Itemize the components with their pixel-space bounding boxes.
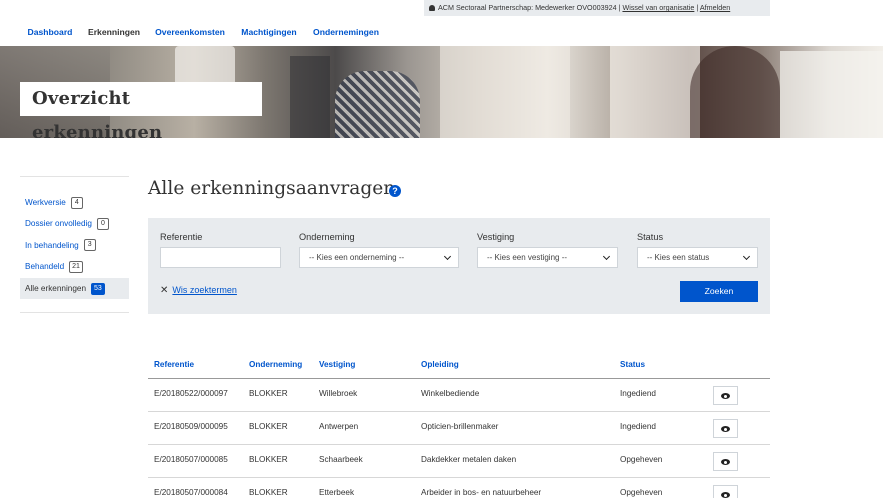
sidebar-item-label: Alle erkenningen bbox=[25, 284, 86, 294]
eye-icon bbox=[721, 393, 730, 399]
switch-organisation-link[interactable]: Wissel van organisatie bbox=[622, 3, 694, 12]
hero-banner: Overzicht erkenningen bbox=[0, 46, 883, 138]
cell-status: Opgeheven bbox=[620, 455, 663, 464]
cell-opleiding: Dakdekker metalen daken bbox=[421, 455, 517, 464]
hero-photo-region bbox=[690, 46, 780, 138]
column-header-onderneming[interactable]: Onderneming bbox=[249, 360, 302, 369]
cell-vestiging: Willebroek bbox=[319, 389, 358, 398]
eye-icon bbox=[721, 459, 730, 465]
cell-status: Ingediend bbox=[620, 389, 656, 398]
filter-panel: Referentie Onderneming -- Kies een onder… bbox=[148, 218, 770, 314]
cell-referentie: E/20180509/000095 bbox=[154, 422, 228, 431]
help-icon[interactable]: ? bbox=[389, 185, 401, 197]
cell-status: Opgeheven bbox=[620, 488, 663, 497]
cell-onderneming: BLOKKER bbox=[249, 389, 288, 398]
chevron-down-icon bbox=[443, 252, 452, 261]
separator: | bbox=[696, 3, 699, 12]
chevron-down-icon bbox=[742, 252, 751, 261]
vestiging-label: Vestiging bbox=[477, 232, 515, 242]
column-header-status[interactable]: Status bbox=[620, 360, 645, 369]
tab-overeenkomsten[interactable]: Overeenkomsten bbox=[150, 18, 230, 46]
hero-photo-region bbox=[335, 71, 420, 138]
sidebar-item-dossier-onvolledig[interactable]: Dossier onvolledig 0 bbox=[20, 213, 129, 234]
cell-vestiging: Schaarbeek bbox=[319, 455, 363, 464]
user-info: ACM Sectoraal Partnerschap: Medewerker O… bbox=[438, 3, 621, 12]
count-badge: 21 bbox=[69, 260, 83, 273]
column-header-vestiging[interactable]: Vestiging bbox=[319, 360, 355, 369]
cell-opleiding: Opticien-brillenmaker bbox=[421, 422, 499, 431]
results-table: Referentie Onderneming Vestiging Opleidi… bbox=[148, 352, 770, 498]
sidebar-item-label: Dossier onvolledig bbox=[25, 219, 92, 229]
user-bar: ACM Sectoraal Partnerschap: Medewerker O… bbox=[424, 0, 770, 16]
chevron-down-icon bbox=[602, 252, 611, 261]
search-button[interactable]: Zoeken bbox=[680, 281, 758, 302]
cell-opleiding: Winkelbediende bbox=[421, 389, 480, 398]
section-title: Alle erkenningsaanvragen bbox=[148, 178, 396, 199]
onderneming-label: Onderneming bbox=[299, 232, 355, 242]
sidebar-item-label: In behandeling bbox=[25, 240, 79, 250]
cell-status: Ingediend bbox=[620, 422, 656, 431]
cell-onderneming: BLOKKER bbox=[249, 488, 288, 497]
status-select-value: -- Kies een status bbox=[647, 253, 710, 262]
referentie-input[interactable] bbox=[160, 247, 281, 268]
tab-machtigingen[interactable]: Machtigingen bbox=[236, 18, 302, 46]
hero-photo-region bbox=[290, 56, 330, 138]
count-badge: 4 bbox=[70, 196, 83, 209]
main-nav: Dashboard Erkenningen Overeenkomsten Mac… bbox=[0, 16, 883, 46]
page-title: Overzicht erkenningen bbox=[20, 82, 262, 138]
clear-search-link[interactable]: ✕ Wis zoektermen bbox=[160, 285, 237, 296]
user-icon bbox=[429, 4, 435, 11]
tab-ondernemingen[interactable]: Ondernemingen bbox=[308, 18, 384, 46]
table-row: E/20180507/000085 BLOKKER Schaarbeek Dak… bbox=[148, 445, 770, 478]
cell-referentie: E/20180522/000097 bbox=[154, 389, 228, 398]
logout-link[interactable]: Afmelden bbox=[700, 3, 730, 12]
table-row: E/20180507/000084 BLOKKER Etterbeek Arbe… bbox=[148, 478, 770, 498]
onderneming-select-value: -- Kies een onderneming -- bbox=[309, 253, 405, 262]
sidebar-item-alle-erkenningen[interactable]: Alle erkenningen 53 bbox=[20, 278, 129, 300]
sidebar-item-label: Werkversie bbox=[25, 198, 66, 208]
tab-erkenningen[interactable]: Erkenningen bbox=[81, 18, 147, 46]
cell-opleiding: Arbeider in bos- en natuurbeheer bbox=[421, 488, 542, 497]
close-icon: ✕ bbox=[160, 285, 169, 296]
sidebar-item-label: Behandeld bbox=[25, 262, 65, 272]
status-select[interactable]: -- Kies een status bbox=[637, 247, 758, 268]
sidebar-item-werkversie[interactable]: Werkversie 4 bbox=[20, 192, 129, 213]
table-row: E/20180509/000095 BLOKKER Antwerpen Opti… bbox=[148, 412, 770, 445]
vestiging-select[interactable]: -- Kies een vestiging -- bbox=[477, 247, 618, 268]
cell-onderneming: BLOKKER bbox=[249, 455, 288, 464]
cell-onderneming: BLOKKER bbox=[249, 422, 288, 431]
table-row: E/20180522/000097 BLOKKER Willebroek Win… bbox=[148, 379, 770, 412]
vestiging-select-value: -- Kies een vestiging -- bbox=[487, 253, 568, 262]
count-badge: 3 bbox=[83, 239, 96, 252]
eye-icon bbox=[721, 426, 730, 432]
hero-photo-region bbox=[610, 46, 700, 138]
cell-referentie: E/20180507/000085 bbox=[154, 455, 228, 464]
view-button[interactable] bbox=[713, 419, 738, 438]
column-header-opleiding[interactable]: Opleiding bbox=[421, 360, 459, 369]
hero-photo-region bbox=[780, 51, 883, 138]
sidebar: Werkversie 4 Dossier onvolledig 0 In beh… bbox=[20, 176, 129, 314]
eye-icon bbox=[721, 492, 730, 498]
hero-photo-region bbox=[440, 46, 570, 138]
cell-referentie: E/20180507/000084 bbox=[154, 488, 228, 497]
referentie-label: Referentie bbox=[160, 232, 203, 242]
count-badge: 0 bbox=[96, 217, 109, 230]
sidebar-item-in-behandeling[interactable]: In behandeling 3 bbox=[20, 235, 129, 256]
tab-dashboard[interactable]: Dashboard bbox=[20, 18, 80, 46]
sidebar-item-behandeld[interactable]: Behandeld 21 bbox=[20, 256, 129, 277]
cell-vestiging: Antwerpen bbox=[319, 422, 359, 431]
column-header-referentie[interactable]: Referentie bbox=[154, 360, 194, 369]
view-button[interactable] bbox=[713, 485, 738, 498]
view-button[interactable] bbox=[713, 452, 738, 471]
status-label: Status bbox=[637, 232, 664, 242]
count-badge: 53 bbox=[91, 282, 105, 295]
table-header: Referentie Onderneming Vestiging Opleidi… bbox=[148, 352, 770, 379]
onderneming-select[interactable]: -- Kies een onderneming -- bbox=[299, 247, 459, 268]
cell-vestiging: Etterbeek bbox=[319, 488, 355, 497]
view-button[interactable] bbox=[713, 386, 738, 405]
clear-search-label: Wis zoektermen bbox=[172, 285, 237, 295]
